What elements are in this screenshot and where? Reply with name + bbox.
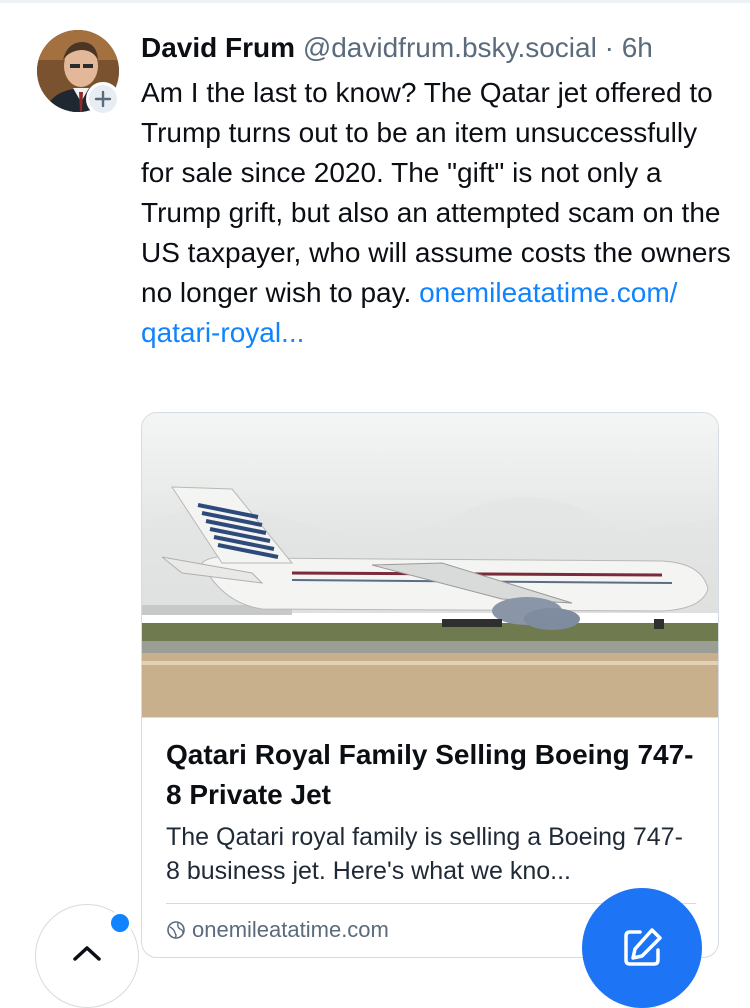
link-card-description: The Qatari royal family is selling a Boe… xyxy=(166,823,683,885)
header-separator: · xyxy=(604,32,614,63)
link-preview-card[interactable]: Qatari Royal Family Selling Boeing 747-8… xyxy=(141,412,719,958)
link-card-domain-row: onemileatatime.com xyxy=(166,914,389,946)
top-divider xyxy=(0,0,750,3)
follow-button[interactable] xyxy=(86,82,120,116)
author-handle[interactable]: @davidfrum.bsky.social xyxy=(303,32,597,63)
compose-post-button[interactable] xyxy=(582,888,702,1008)
link-card-title: Qatari Royal Family Selling Boeing 747-8… xyxy=(166,739,694,810)
link-card-domain: onemileatatime.com xyxy=(192,917,389,942)
globe-icon xyxy=(167,921,185,939)
plus-icon xyxy=(94,90,112,108)
compose-icon xyxy=(624,928,662,966)
post-timestamp[interactable]: 6h xyxy=(622,32,653,63)
chevron-up-icon xyxy=(73,946,101,961)
link-card-image xyxy=(142,413,718,718)
airplane-image xyxy=(142,413,718,717)
author-name[interactable]: David Frum xyxy=(141,32,295,63)
post-text: Am I the last to know? The Qatar jet off… xyxy=(141,77,731,308)
post-header: David Frum @davidfrum.bsky.social · 6h xyxy=(141,28,653,68)
post-body: Am I the last to know? The Qatar jet off… xyxy=(141,73,731,353)
new-posts-indicator xyxy=(108,911,132,935)
